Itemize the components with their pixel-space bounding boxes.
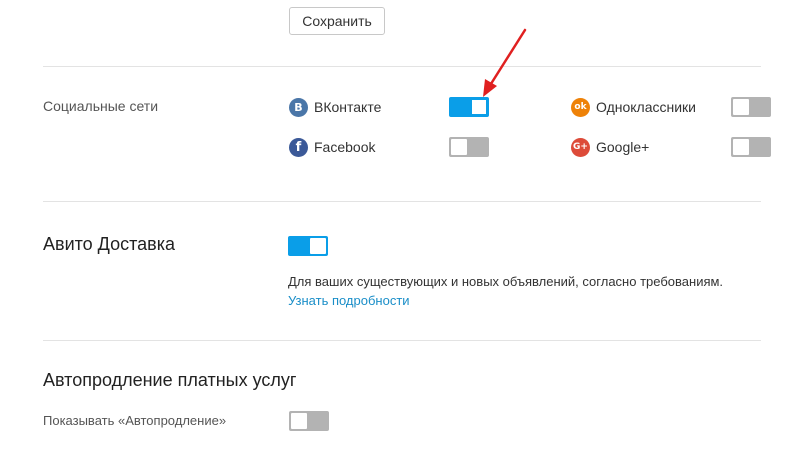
social-item-odnoklassniki: ok Одноклассники [571,97,696,117]
autorenew-title: Автопродление платных услуг [43,370,297,390]
facebook-toggle[interactable] [449,137,489,157]
toggle-knob [733,99,749,115]
delivery-toggle[interactable] [288,236,328,256]
odnoklassniki-toggle[interactable] [731,97,771,117]
ok-icon: ok [571,97,590,117]
autorenew-toggle[interactable] [289,411,329,431]
learn-more-link[interactable]: Узнать подробности [288,293,410,308]
social-label-odnoklassniki: Одноклассники [596,99,697,115]
social-label-facebook: Facebook [314,139,376,155]
delivery-description: Для ваших существующих и новых объявлени… [288,274,724,289]
vk-icon: B [289,97,308,117]
delivery-title: Авито Доставка [43,234,175,254]
social-networks-label: Социальные сети [43,98,159,114]
toggle-knob [451,139,467,155]
google-plus-icon: G+ [571,137,590,157]
social-label-google-plus: Google+ [596,139,650,155]
social-item-google-plus: G+ Google+ [571,137,649,157]
save-button[interactable]: Сохранить [289,7,385,35]
annotation-arrow-icon [483,28,527,97]
facebook-icon: f [289,137,308,157]
toggle-knob [310,238,326,254]
divider [43,201,761,202]
toggle-knob [733,139,749,155]
autorenew-show-label: Показывать «Автопродление» [43,413,227,428]
social-label-vkontakte: ВКонтакте [314,99,382,115]
social-item-facebook: f Facebook [289,137,375,157]
social-item-vkontakte: B ВКонтакте [289,97,381,117]
toggle-knob [291,413,307,429]
divider [43,340,761,341]
google-plus-toggle[interactable] [731,137,771,157]
divider [43,66,761,67]
